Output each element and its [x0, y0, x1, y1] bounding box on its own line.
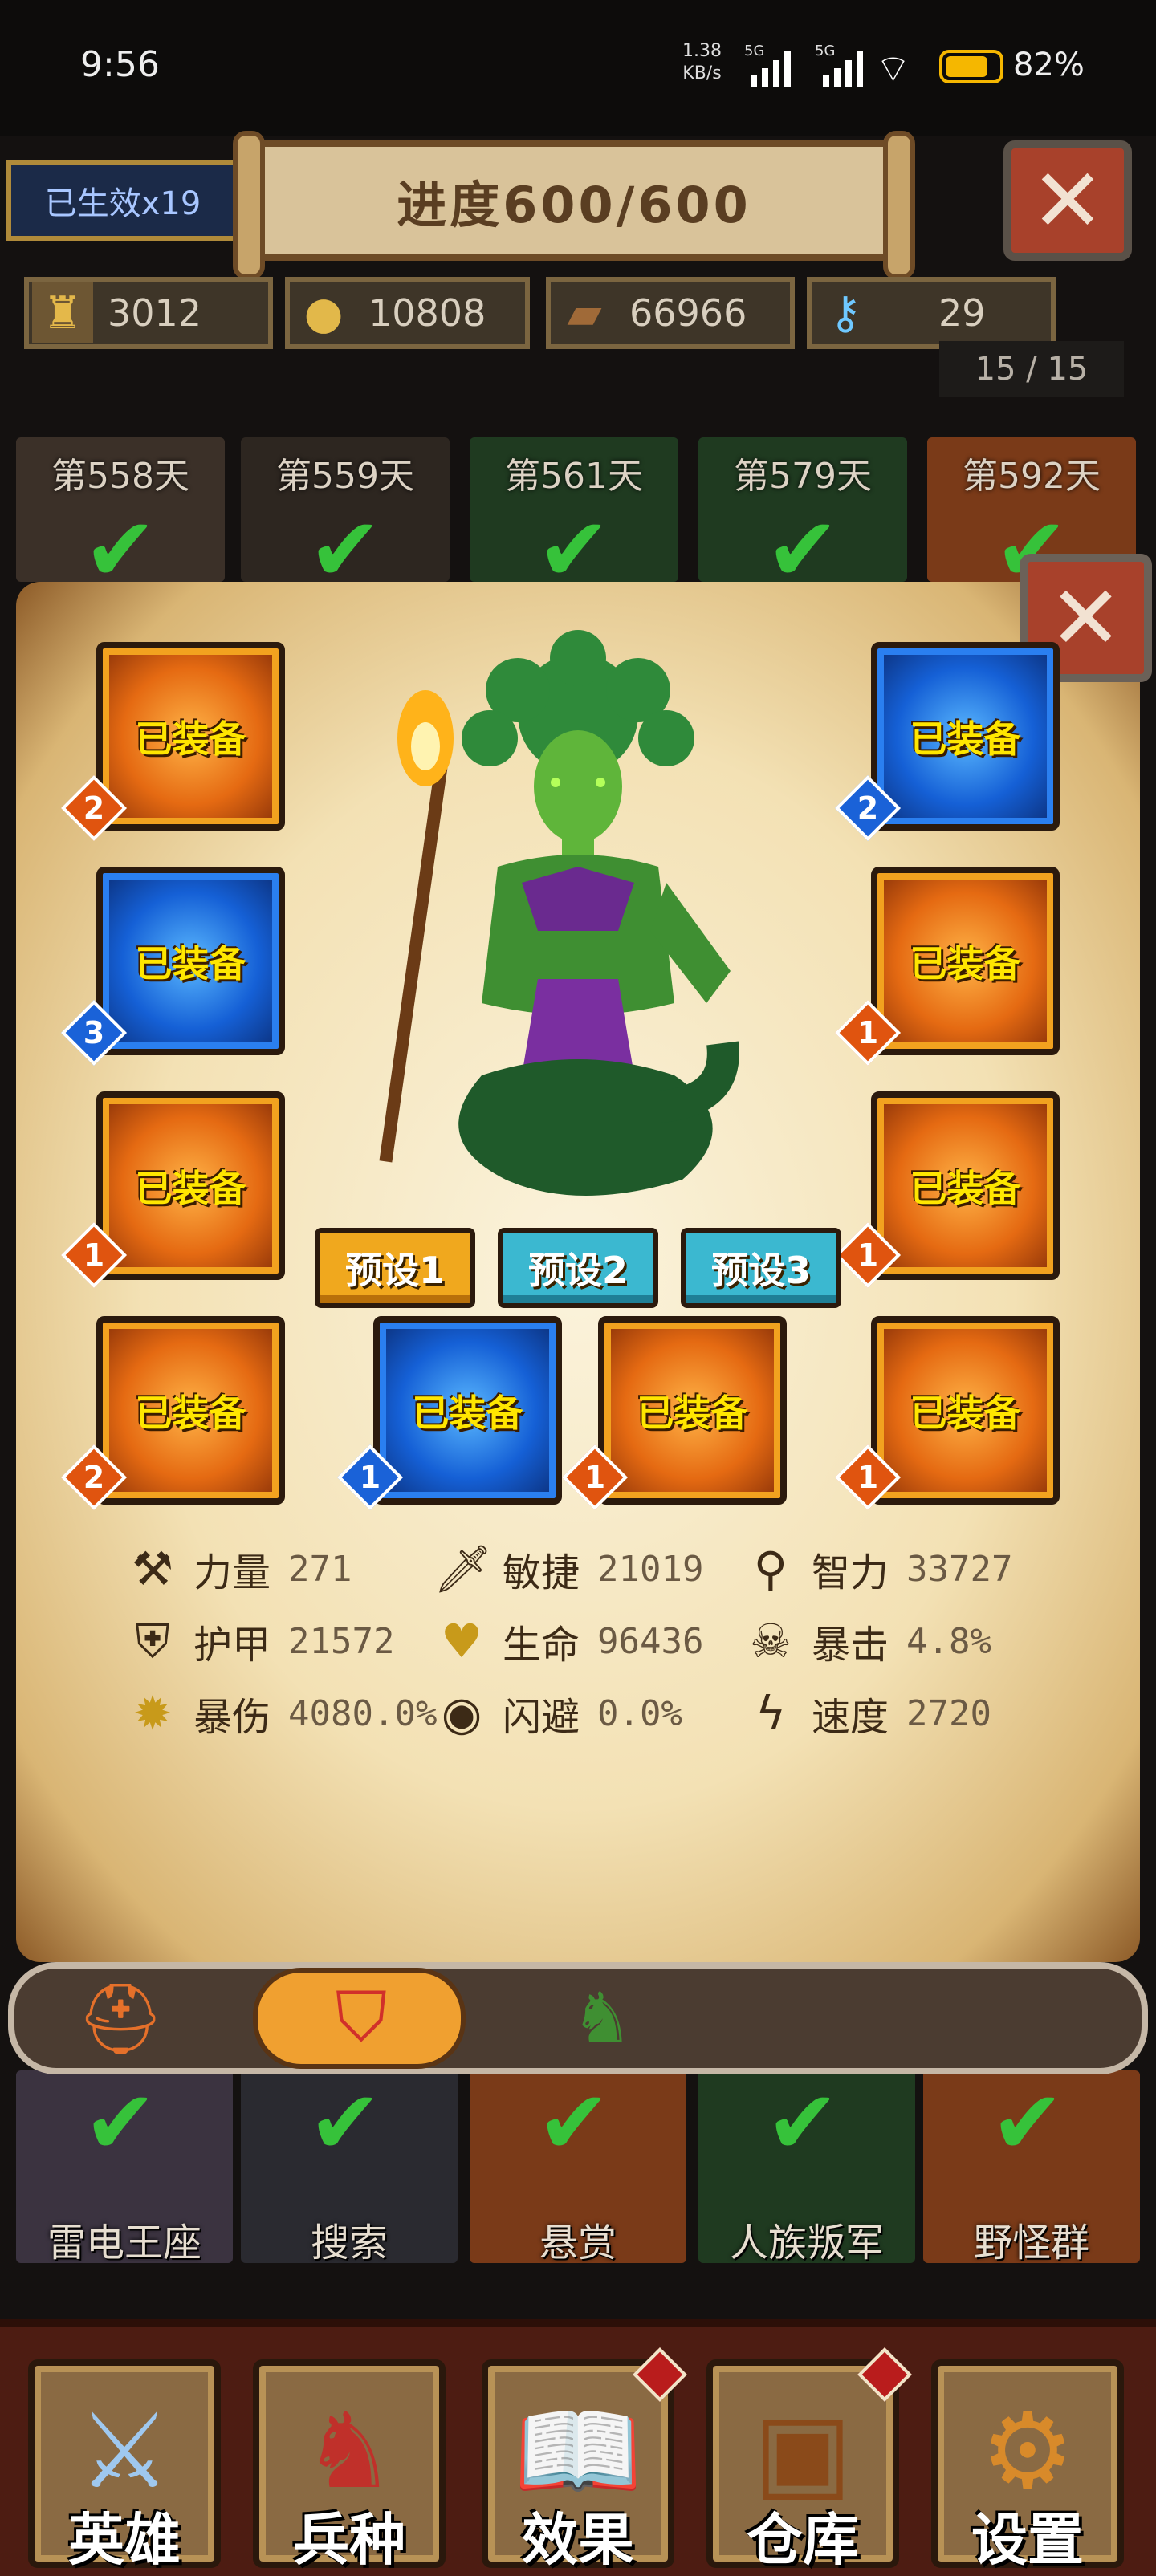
- population-icon: ♜: [32, 282, 93, 343]
- preset-3-button[interactable]: 预设3: [681, 1228, 841, 1308]
- check-icon: ✔: [765, 2071, 841, 2174]
- nav-hero-button[interactable]: ⚔ 英雄: [28, 2359, 221, 2573]
- buff-count-button[interactable]: 已生效x19: [6, 160, 239, 241]
- equip-slot-boots[interactable]: 已装备: [871, 867, 1060, 1055]
- wifi-icon: ⌔: [875, 47, 912, 91]
- sword-icon: 🗡: [434, 1541, 493, 1596]
- medusa-hero-icon: [379, 630, 739, 1196]
- check-icon: ✔: [990, 2071, 1065, 2174]
- day-card[interactable]: 第579天 ✔: [698, 437, 907, 594]
- heart-icon: ♥: [441, 1614, 482, 1668]
- location-card[interactable]: ✔ 雷电王座: [16, 2070, 233, 2265]
- check-icon: ✔: [307, 2071, 383, 2174]
- shield-icon: ⛨: [135, 1613, 170, 1668]
- stat-strength: ⚒ 力量 271: [124, 1537, 352, 1601]
- knight-helmet-icon: ♞: [302, 2390, 397, 2512]
- gear-icon: ⚙: [980, 2390, 1075, 2512]
- check-icon: ✔: [307, 498, 383, 601]
- equip-slot-gauntlet[interactable]: 已装备: [96, 1091, 285, 1280]
- stat-crit-damage: ✹ 暴伤 4080.0%: [124, 1681, 438, 1745]
- svg-text:5G: 5G: [815, 44, 835, 59]
- equip-slot-helmet[interactable]: 已装备: [96, 642, 285, 831]
- shield-crest-icon[interactable]: ⛉: [309, 1970, 413, 2066]
- day-card[interactable]: 第561天 ✔: [470, 437, 678, 594]
- signal-icon: 5G 5G: [744, 44, 863, 87]
- check-icon: ✔: [83, 498, 158, 601]
- stat-speed: ϟ 速度 2720: [743, 1681, 991, 1745]
- wood-logs-icon: ▰: [567, 286, 602, 339]
- stat-intelligence: ⚲ 智力 33727: [743, 1537, 1013, 1601]
- resource-gold: ● 10808: [285, 277, 530, 349]
- stat-armor: ⛨ 护甲 21572: [124, 1609, 394, 1673]
- nav-effects-button[interactable]: 📖 效果: [482, 2359, 674, 2573]
- eye-icon: ◉: [441, 1686, 482, 1741]
- clock: 9:56: [80, 44, 160, 85]
- stat-health: ♥ 生命 96436: [434, 1609, 703, 1673]
- resource-wood: ▰ 66966: [546, 277, 795, 349]
- battery-percent: 82%: [1013, 47, 1085, 83]
- equip-slot-shield[interactable]: 已装备: [871, 642, 1060, 831]
- equip-slot-mount[interactable]: 已装备: [871, 1091, 1060, 1280]
- day-card[interactable]: 第558天 ✔: [16, 437, 225, 594]
- resource-crystal: ⚷ 29: [807, 277, 1056, 349]
- check-icon: ✔: [536, 2071, 612, 2174]
- equip-slot-armor[interactable]: 已装备: [96, 867, 285, 1055]
- nav-troops-button[interactable]: ♞ 兵种: [253, 2359, 446, 2573]
- battery-icon: [939, 50, 1003, 83]
- check-icon: ✔: [765, 498, 841, 601]
- horned-helmet-icon[interactable]: ⛑: [68, 1970, 173, 2066]
- preset-1-button[interactable]: 预设1: [315, 1228, 475, 1308]
- treasure-chest-icon: ▣: [753, 2390, 853, 2512]
- preset-2-button[interactable]: 预设2: [498, 1228, 658, 1308]
- location-card[interactable]: ✔ 悬赏: [470, 2070, 686, 2265]
- gold-coins-icon: ●: [303, 286, 344, 339]
- close-icon[interactable]: ✕: [1003, 140, 1132, 261]
- page-indicator: 15 / 15: [939, 341, 1124, 397]
- orc-warrior-icon[interactable]: ♞: [550, 1970, 654, 2066]
- resource-population: ♜ 3012: [24, 277, 273, 349]
- progress-banner: 进度600/600: [233, 131, 915, 279]
- burst-icon: ✹: [132, 1686, 173, 1741]
- skull-icon: ☠: [750, 1614, 792, 1668]
- stat-dodge: ◉ 闪避 0.0%: [434, 1681, 682, 1745]
- stat-agility: 🗡 敏捷 21019: [434, 1541, 704, 1596]
- nav-warehouse-button[interactable]: ▣ 仓库: [706, 2359, 899, 2573]
- check-icon: ✔: [83, 2071, 158, 2174]
- location-card[interactable]: ✔ 搜索: [241, 2070, 458, 2265]
- day-card[interactable]: 第559天 ✔: [241, 437, 450, 594]
- staff-icon: ⚲: [753, 1542, 788, 1596]
- sword-icon: ⚔: [77, 2390, 172, 2512]
- lightning-icon: ϟ: [755, 1686, 787, 1741]
- network-speed: 1.38 KB/s: [682, 41, 722, 83]
- status-bar: 9:56 1.38 KB/s 5G 5G ⌔ 82%: [0, 0, 1156, 136]
- check-icon: ✔: [536, 498, 612, 601]
- location-card[interactable]: ✔ 野怪群: [923, 2070, 1140, 2265]
- svg-text:5G: 5G: [744, 44, 764, 59]
- crystal-key-icon: ⚷: [828, 286, 862, 339]
- stat-crit: ☠ 暴击 4.8%: [743, 1609, 991, 1673]
- location-card[interactable]: ✔ 人族叛军: [698, 2070, 915, 2265]
- axe-icon: ⚒: [132, 1542, 173, 1596]
- nav-settings-button[interactable]: ⚙ 设置: [931, 2359, 1124, 2573]
